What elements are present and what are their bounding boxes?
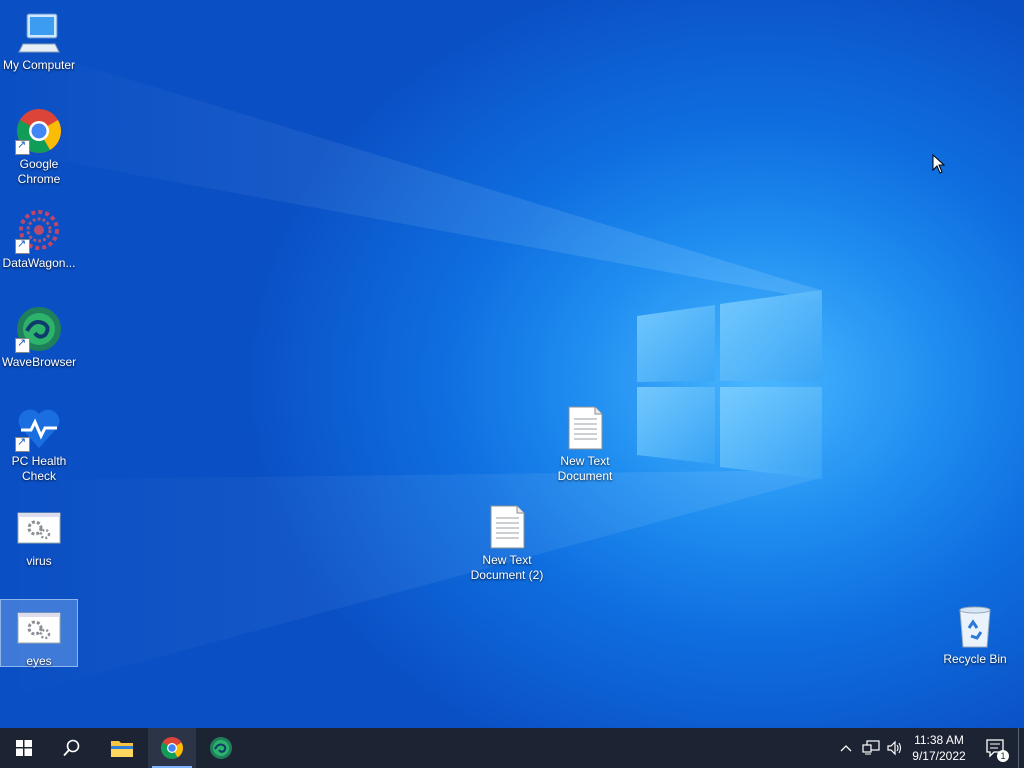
recycle-bin-icon bbox=[951, 602, 999, 650]
desktop-icon-wavebrowser[interactable]: WaveBrowser bbox=[1, 301, 77, 370]
desktop-icon-label: WaveBrowser bbox=[1, 355, 77, 369]
desktop-icon-label: New Text Document bbox=[557, 454, 613, 483]
desktop-icon-label: DataWagon... bbox=[2, 256, 76, 270]
show-hidden-icons-button[interactable] bbox=[836, 728, 856, 768]
action-center-button[interactable]: 1 bbox=[978, 728, 1014, 768]
taskbar-file-explorer[interactable] bbox=[98, 728, 146, 768]
start-button[interactable] bbox=[0, 728, 48, 768]
taskbar-google-chrome[interactable] bbox=[148, 728, 196, 768]
text-document-icon bbox=[561, 404, 609, 452]
search-button[interactable] bbox=[48, 728, 96, 768]
network-button[interactable] bbox=[859, 728, 883, 768]
desktop-wallpaper: My Computer Google Chrome DataWagon... bbox=[0, 0, 1024, 728]
desktop-icon-label: PC Health Check bbox=[11, 454, 67, 483]
chevron-up-icon bbox=[840, 745, 852, 752]
desktop-icon-pc-health-check[interactable]: PC Health Check bbox=[1, 400, 77, 484]
datawagon-icon bbox=[15, 206, 63, 254]
taskbar-wavebrowser[interactable] bbox=[197, 728, 245, 768]
clock[interactable]: 11:38 AM 9/17/2022 bbox=[908, 728, 970, 768]
desktop-icon-label: virus bbox=[26, 554, 52, 568]
shortcut-arrow-icon bbox=[15, 336, 30, 353]
desktop-icon-eyes[interactable]: eyes bbox=[0, 599, 78, 668]
application-gear-icon bbox=[15, 504, 63, 552]
desktop-icon-recycle-bin[interactable]: Recycle Bin bbox=[937, 598, 1013, 667]
notification-count-badge: 1 bbox=[997, 750, 1009, 762]
desktop-icon-virus[interactable]: virus bbox=[1, 500, 77, 569]
desktop-icon-label: New Text Document (2) bbox=[470, 553, 544, 582]
show-desktop-button[interactable] bbox=[1018, 728, 1024, 768]
shortcut-arrow-icon bbox=[15, 138, 30, 155]
desktop-icon-google-chrome[interactable]: Google Chrome bbox=[1, 103, 77, 187]
clock-date: 9/17/2022 bbox=[912, 749, 966, 763]
search-icon bbox=[63, 739, 80, 757]
desktop-icon-label: My Computer bbox=[2, 58, 76, 72]
shortcut-arrow-icon bbox=[15, 237, 30, 254]
speaker-icon bbox=[887, 740, 902, 756]
wavebrowser-icon bbox=[15, 305, 63, 353]
network-icon bbox=[862, 740, 880, 755]
volume-button[interactable] bbox=[883, 728, 907, 768]
desktop-icon-new-text-document-2[interactable]: New Text Document (2) bbox=[468, 499, 546, 583]
desktop-icon-new-text-document[interactable]: New Text Document bbox=[547, 400, 623, 484]
desktop-icon-label: eyes bbox=[26, 654, 52, 668]
folder-icon bbox=[111, 741, 133, 757]
chrome-icon bbox=[161, 737, 183, 759]
desktop-icon-label: Google Chrome bbox=[17, 157, 61, 186]
clock-time: 11:38 AM bbox=[914, 733, 964, 747]
desktop-icon-my-computer[interactable]: My Computer bbox=[1, 4, 77, 73]
windows-start-icon bbox=[16, 740, 32, 756]
windows-logo-wallpaper bbox=[0, 40, 822, 700]
text-document-icon bbox=[483, 503, 531, 551]
heart-icon bbox=[15, 404, 63, 452]
desktop-icon-datawagon[interactable]: DataWagon... bbox=[1, 202, 77, 271]
taskbar: 11:38 AM 9/17/2022 1 bbox=[0, 728, 1024, 768]
wavebrowser-icon bbox=[210, 737, 232, 759]
computer-icon bbox=[15, 8, 63, 56]
mouse-cursor-icon bbox=[932, 154, 946, 174]
application-gear-icon bbox=[15, 604, 63, 652]
shortcut-arrow-icon bbox=[15, 435, 30, 452]
chrome-icon bbox=[15, 107, 63, 155]
desktop-icon-label: Recycle Bin bbox=[943, 652, 1007, 666]
